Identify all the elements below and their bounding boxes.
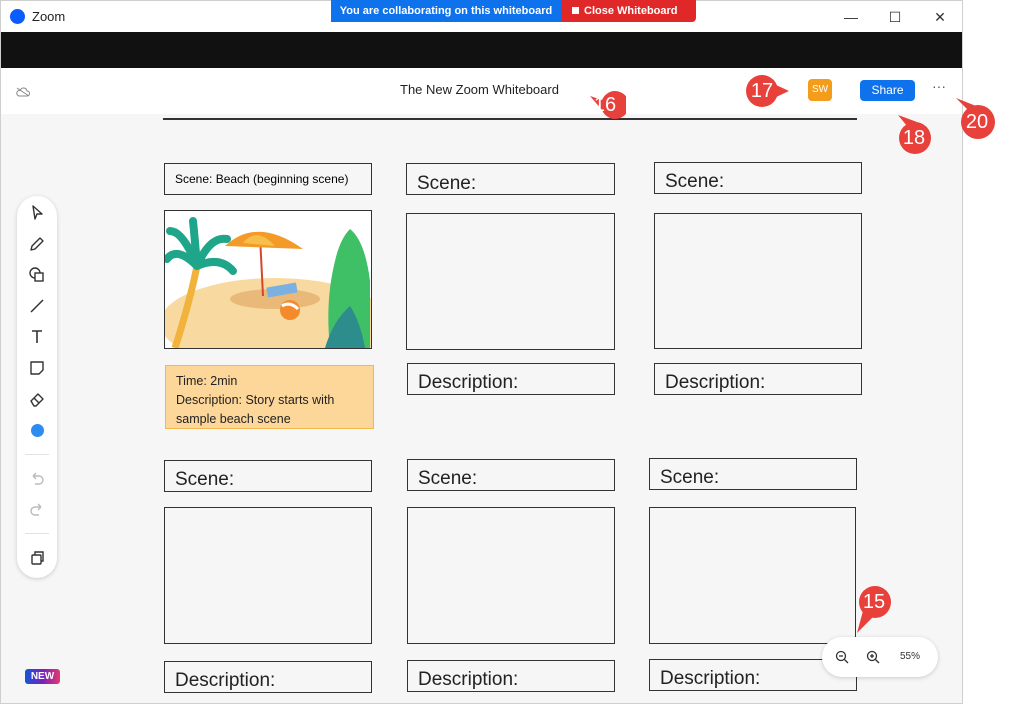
cloud-sync-icon — [16, 84, 30, 102]
close-whiteboard-button[interactable]: Close Whiteboard — [561, 0, 696, 22]
callout-number: 16 — [593, 94, 617, 116]
note-line: Description: Story starts with sample be… — [176, 393, 335, 426]
description-box[interactable]: Description: — [407, 660, 615, 692]
video-strip — [1, 32, 962, 68]
close-whiteboard-label: Close Whiteboard — [584, 5, 678, 17]
callout-number: 20 — [965, 111, 989, 133]
sticky-note-icon[interactable] — [27, 358, 47, 378]
callout-marker: 18 — [893, 112, 935, 154]
scene-image-placeholder[interactable] — [164, 507, 372, 644]
whiteboard-title[interactable]: The New Zoom Whiteboard — [400, 82, 559, 97]
description-box[interactable]: Description: — [654, 363, 862, 395]
scene-title-box[interactable]: Scene: — [406, 163, 615, 195]
zoom-logo-icon — [10, 9, 25, 24]
app-title: Zoom — [32, 9, 66, 24]
color-picker-icon[interactable] — [31, 424, 44, 437]
user-avatar[interactable]: SW — [808, 79, 832, 101]
scene-image-placeholder[interactable] — [406, 213, 615, 350]
callout-number: 17 — [750, 80, 774, 102]
pen-icon[interactable] — [27, 234, 47, 254]
scene-image-placeholder[interactable] — [654, 213, 862, 349]
pages-icon[interactable] — [27, 548, 47, 568]
stop-icon — [572, 7, 579, 14]
scene-title-box[interactable]: Scene: Beach (beginning scene) — [164, 163, 372, 195]
scene-title-box[interactable]: Scene: — [407, 459, 615, 491]
description-box[interactable]: Description: — [407, 363, 615, 395]
close-window-button[interactable]: ✕ — [930, 7, 950, 27]
sticky-note[interactable]: Time: 2min Description: Story starts wit… — [165, 365, 374, 429]
more-options-icon[interactable]: ··· — [930, 79, 948, 96]
callout-marker: 20 — [956, 98, 998, 139]
note-line: Time: 2min — [176, 374, 238, 388]
minimize-button[interactable]: — — [841, 7, 861, 27]
scene-image-placeholder[interactable] — [649, 507, 856, 644]
scene-image-placeholder[interactable] — [407, 507, 615, 644]
callout-marker: 15 — [853, 583, 895, 633]
new-badge[interactable]: NEW — [25, 669, 60, 684]
tool-divider — [25, 533, 49, 534]
tool-divider — [25, 454, 49, 455]
collaborating-banner: You are collaborating on this whiteboard — [331, 0, 561, 22]
callout-marker: 16 — [584, 86, 630, 124]
description-box[interactable]: Description: — [164, 661, 372, 693]
callout-marker: 17 — [741, 72, 789, 110]
line-icon[interactable] — [27, 296, 47, 316]
callout-number: 18 — [902, 127, 926, 149]
maximize-button[interactable]: ☐ — [885, 7, 905, 27]
divider-line — [163, 118, 857, 120]
callout-number: 15 — [862, 591, 886, 613]
share-button[interactable]: Share — [860, 80, 915, 101]
zoom-in-icon[interactable] — [865, 649, 881, 670]
shapes-icon[interactable] — [27, 265, 47, 285]
select-arrow-icon[interactable] — [27, 203, 47, 223]
eraser-icon[interactable] — [27, 389, 47, 409]
beach-scene-image[interactable] — [164, 210, 372, 349]
scene-title-box[interactable]: Scene: — [649, 458, 857, 490]
redo-icon[interactable] — [27, 499, 47, 519]
undo-icon[interactable] — [27, 468, 47, 488]
zoom-level[interactable]: 55% — [900, 651, 920, 662]
text-icon[interactable] — [27, 327, 47, 347]
scene-title-box[interactable]: Scene: — [164, 460, 372, 492]
zoom-out-icon[interactable] — [834, 649, 850, 670]
scene-title-box[interactable]: Scene: — [654, 162, 862, 194]
